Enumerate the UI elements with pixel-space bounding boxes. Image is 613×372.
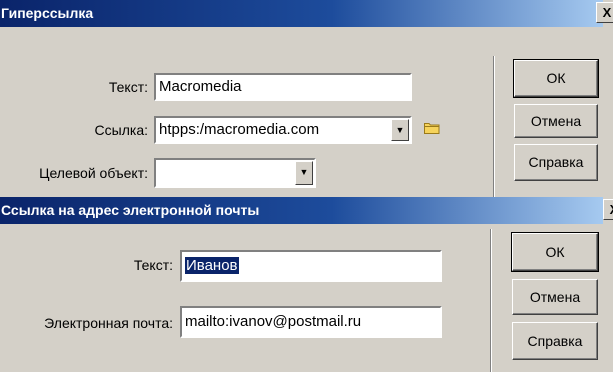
text-label: Текст: <box>108 79 148 95</box>
email-link-dialog: Ссылка на адрес электронной почты X Текс… <box>0 197 613 372</box>
ok-button[interactable]: ОК <box>513 59 599 98</box>
vertical-divider <box>493 56 495 197</box>
vertical-divider <box>490 229 492 372</box>
ok-button[interactable]: ОК <box>511 232 599 272</box>
folder-icon[interactable] <box>424 121 440 134</box>
email-label: Электронная почта: <box>44 315 173 331</box>
dropdown-arrow-icon[interactable]: ▼ <box>391 119 409 141</box>
hyperlink-dialog-title: Гиперссылка <box>1 5 94 21</box>
dropdown-arrow-icon[interactable]: ▼ <box>295 161 313 185</box>
text-label: Текст: <box>133 257 173 273</box>
selected-text: Иванов <box>185 257 239 274</box>
link-value: htpps:/macromedia.com <box>159 121 320 138</box>
text-input[interactable]: Иванов <box>180 250 442 282</box>
cancel-button[interactable]: Отмена <box>514 104 598 138</box>
close-icon[interactable]: X <box>596 2 613 23</box>
email-input[interactable]: mailto:ivanov@postmail.ru <box>180 306 442 338</box>
help-button[interactable]: Справка <box>514 144 598 181</box>
target-combobox[interactable]: ▼ <box>154 158 316 188</box>
link-label: Ссылка: <box>94 122 148 138</box>
help-button[interactable]: Справка <box>512 322 598 360</box>
close-icon[interactable]: X <box>603 199 613 220</box>
text-input[interactable]: Macromedia <box>154 73 412 101</box>
hyperlink-dialog-titlebar[interactable]: Гиперссылка <box>0 0 603 27</box>
hyperlink-dialog: Гиперссылка X Текст: Macromedia Ссылка: … <box>0 0 613 197</box>
email-dialog-titlebar[interactable]: Ссылка на адрес электронной почты <box>0 197 603 224</box>
link-combobox[interactable]: htpps:/macromedia.com ▼ <box>154 116 412 144</box>
email-dialog-title: Ссылка на адрес электронной почты <box>1 202 260 218</box>
target-label: Целевой объект: <box>39 165 148 181</box>
cancel-button[interactable]: Отмена <box>512 279 598 315</box>
